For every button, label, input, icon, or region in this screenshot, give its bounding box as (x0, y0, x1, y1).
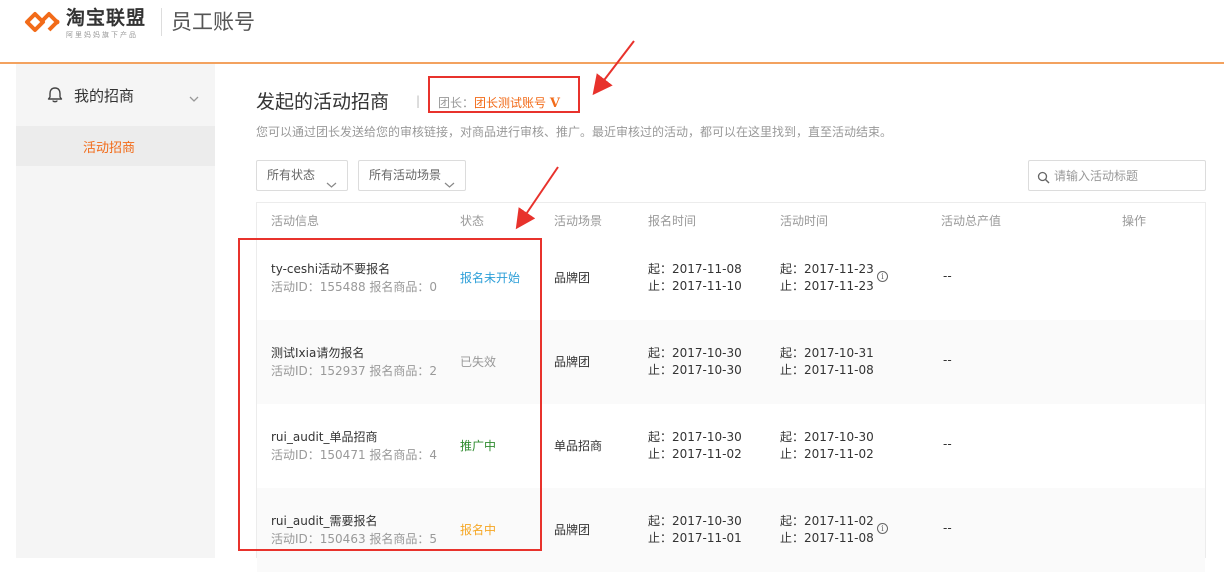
annotation-arrow-leader (592, 40, 635, 96)
annotation-arrows (515, 40, 635, 230)
annotation-arrow-list (515, 166, 559, 230)
